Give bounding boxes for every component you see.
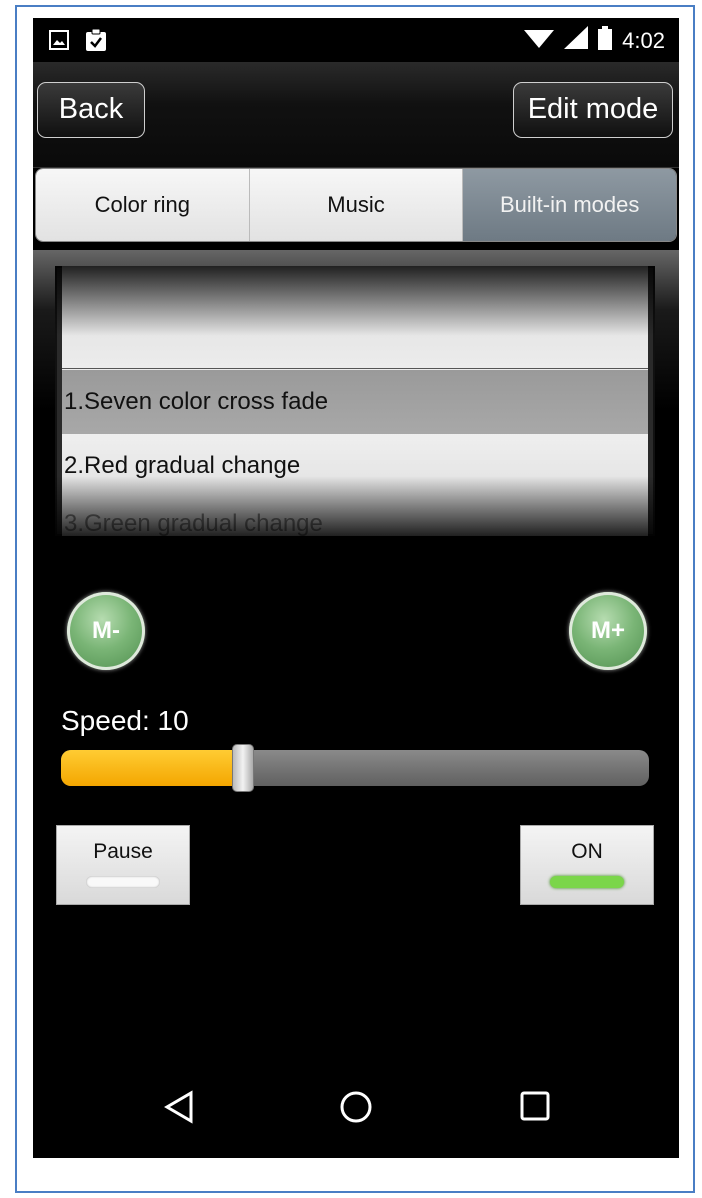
wifi-icon [524, 26, 555, 55]
action-bar: Back Edit mode [33, 62, 679, 168]
speed-label: Speed: 10 [61, 705, 189, 736]
speed-slider-thumb[interactable] [232, 744, 254, 792]
cell-signal-icon [564, 26, 589, 55]
mode-item[interactable]: 3.Green gradual change [62, 492, 648, 536]
status-time: 4:02 [622, 27, 665, 53]
mode-item[interactable]: 2.Red gradual change [62, 434, 648, 498]
edit-mode-button[interactable]: Edit mode [513, 82, 673, 138]
back-triangle-icon[interactable] [163, 1090, 195, 1129]
speed-slider-fill [61, 750, 243, 786]
mode-tabs: Color ring Music Built-in modes [35, 168, 677, 242]
mode-next-button[interactable]: M+ [569, 592, 647, 670]
navigation-bar [33, 1068, 679, 1158]
on-label: ON [571, 840, 603, 863]
power-on-button[interactable]: ON [520, 825, 654, 905]
mode-picker-list: 1.Seven color cross fade 2.Red gradual c… [62, 266, 648, 536]
tab-built-in-modes[interactable]: Built-in modes [463, 169, 676, 241]
phone-screen: 4:02 Back Edit mode Color ring Music Bui… [33, 18, 679, 1158]
pause-indicator-led [86, 876, 160, 888]
status-bar: 4:02 [33, 18, 679, 62]
mode-previous-button[interactable]: M- [67, 592, 145, 670]
tab-color-ring[interactable]: Color ring [36, 169, 250, 241]
home-circle-icon[interactable] [339, 1090, 373, 1129]
tab-music[interactable]: Music [249, 169, 464, 241]
built-in-modes-panel: 1.Seven color cross fade 2.Red gradual c… [33, 250, 679, 1158]
battery-icon [598, 26, 613, 55]
image-notification-icon [49, 30, 69, 55]
pause-label: Pause [93, 840, 153, 863]
clipboard-check-icon [85, 28, 107, 57]
recents-square-icon[interactable] [519, 1090, 551, 1127]
back-button[interactable]: Back [37, 82, 145, 138]
speed-slider[interactable] [61, 744, 649, 792]
picker-empty-slot [62, 266, 648, 369]
mode-item-selected[interactable]: 1.Seven color cross fade [62, 370, 648, 434]
mode-picker[interactable]: 1.Seven color cross fade 2.Red gradual c… [55, 266, 655, 536]
on-indicator-led [550, 876, 624, 888]
pause-button[interactable]: Pause [56, 825, 190, 905]
